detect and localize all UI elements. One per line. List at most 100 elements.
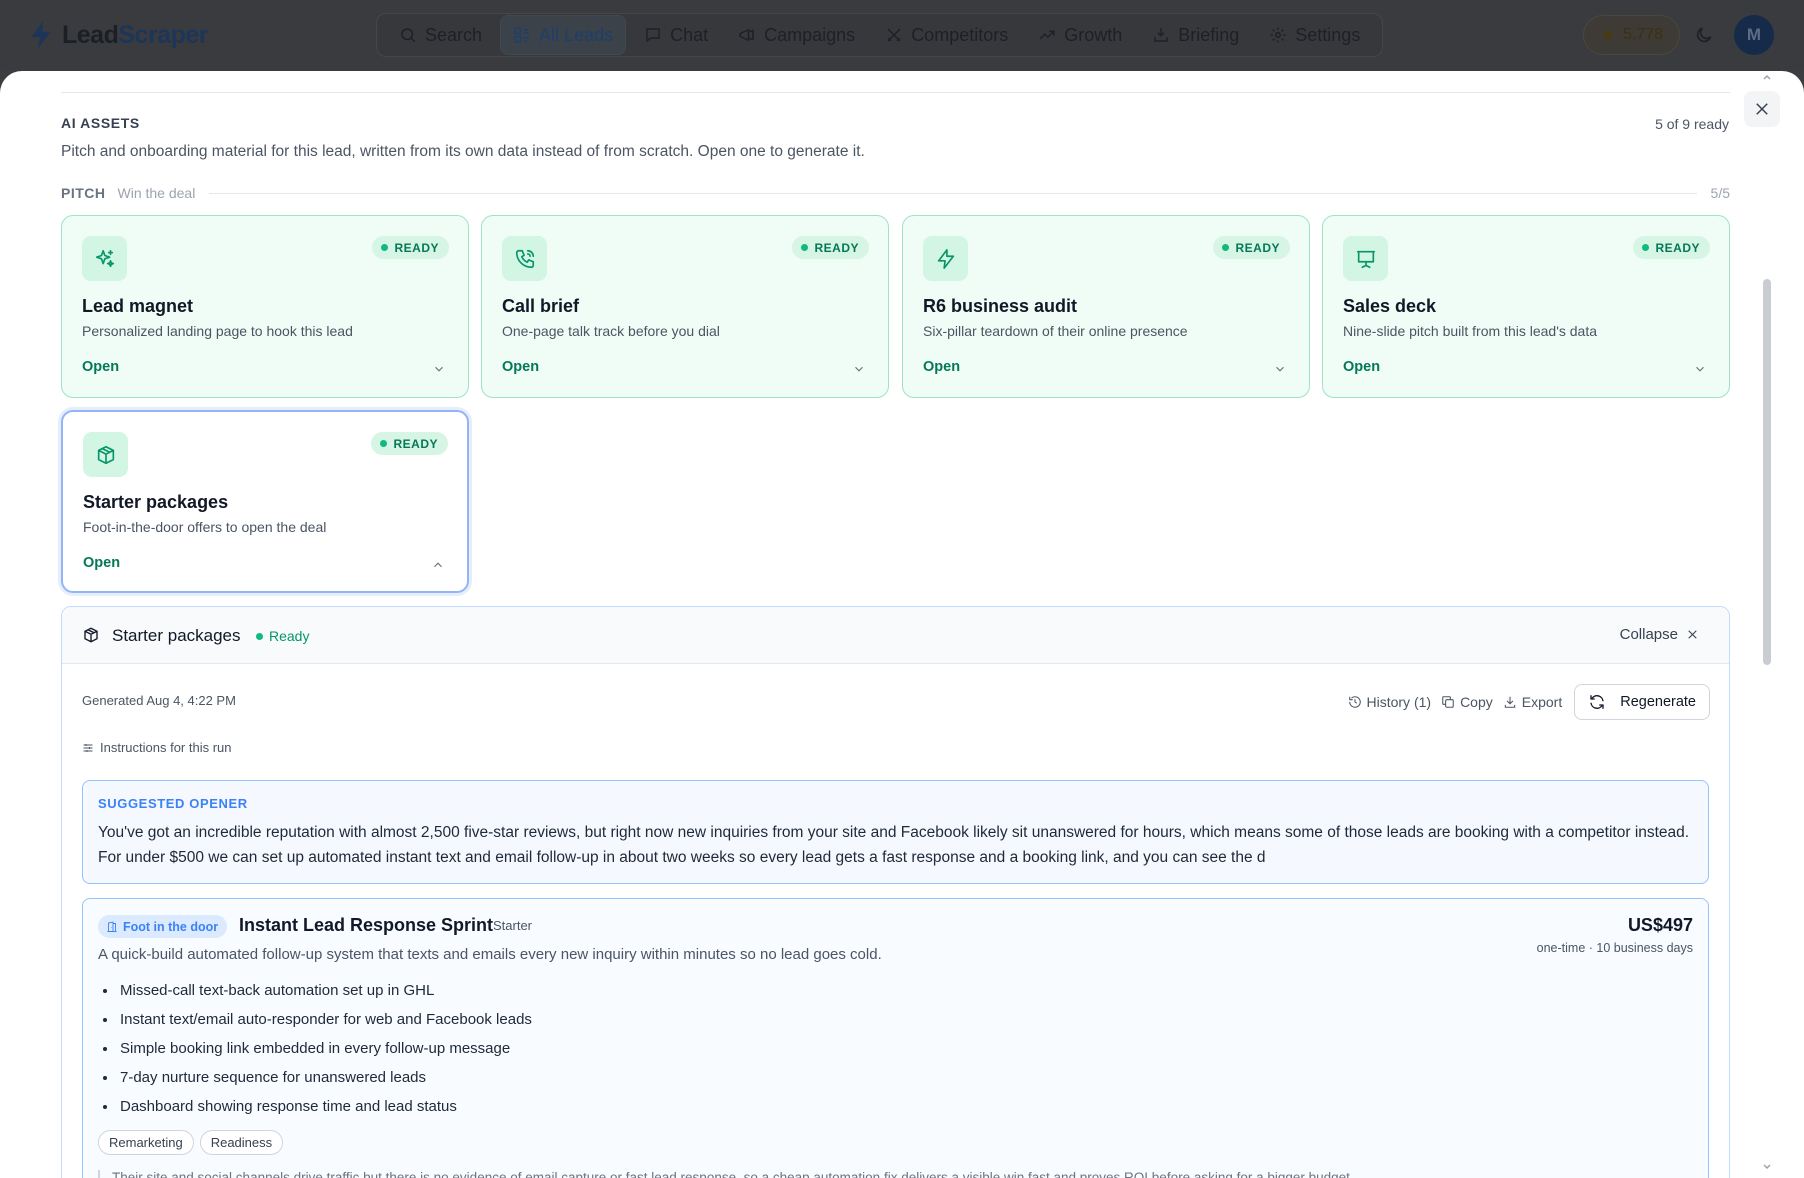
status-text: READY — [393, 436, 438, 451]
divider — [61, 92, 1730, 93]
assets-description: Pitch and onboarding material for this l… — [61, 143, 865, 160]
chevron-down-icon[interactable] — [1273, 362, 1287, 376]
nav-label: Chat — [670, 24, 709, 45]
scroll-down-arrow-icon[interactable] — [1762, 1163, 1772, 1171]
lead-detail-modal: AI ASSETS 5 of 9 ready Pitch and onboard… — [0, 71, 1804, 1178]
instructions-label: Instructions for this run — [100, 740, 232, 755]
assets-ready-count: 5 of 9 ready — [1655, 116, 1729, 132]
scroll-up-arrow-icon[interactable] — [1762, 73, 1772, 81]
panel-header: Starter packages Ready Collapse — [62, 607, 1729, 664]
card-open-link[interactable]: Open — [923, 359, 960, 375]
offer-description: A quick-build automated follow-up system… — [98, 946, 882, 963]
nav-label: Campaigns — [764, 24, 856, 45]
nav-growth[interactable]: Growth — [1026, 15, 1134, 55]
card-title: Call brief — [502, 296, 580, 316]
nav-briefing[interactable]: Briefing — [1140, 15, 1251, 55]
card-open-link[interactable]: Open — [502, 359, 539, 375]
panel-toolbar: History (1) Copy Export Regenerate — [1348, 684, 1710, 720]
card-description: Personalized landing page to hook this l… — [82, 323, 353, 339]
nav-chat[interactable]: Chat — [632, 15, 720, 55]
nav-all-leads[interactable]: All Leads — [500, 15, 627, 55]
status-text: READY — [1655, 240, 1700, 255]
gear-icon — [1270, 27, 1286, 43]
moon-icon — [1696, 27, 1712, 43]
theme-toggle-button[interactable] — [1685, 16, 1723, 54]
nav-competitors[interactable]: Competitors — [873, 15, 1020, 55]
chip-readiness: Readiness — [199, 1130, 284, 1155]
chevron-down-icon[interactable] — [852, 362, 866, 376]
offer-price: US$497 — [1627, 915, 1693, 935]
status-dot — [1222, 244, 1230, 251]
suggested-opener-box: SUGGESTED OPENER You've got an incredibl… — [82, 780, 1709, 884]
list-item: Dashboard showing response time and lead… — [118, 1096, 532, 1125]
refresh-icon — [1590, 695, 1604, 709]
offer-name: Instant Lead Response Sprint — [239, 915, 494, 935]
list-item: Instant text/email auto-responder for we… — [118, 1009, 532, 1038]
download-icon — [1504, 696, 1515, 708]
chevron-down-icon[interactable] — [432, 362, 446, 376]
asset-card-business-audit[interactable]: READY R6 business audit Six-pillar teard… — [902, 215, 1310, 398]
nav-settings[interactable]: Settings — [1257, 15, 1372, 55]
status-badge: READY — [371, 432, 448, 455]
nav-search[interactable]: Search — [387, 15, 494, 55]
status-text: Ready — [269, 628, 310, 644]
group-count: 5/5 — [1710, 185, 1730, 201]
group-subtitle: Win the deal — [117, 185, 196, 201]
scrollbar-thumb[interactable] — [1763, 279, 1771, 665]
opener-text: You've got an incredible reputation with… — [98, 824, 1690, 866]
nav-campaigns[interactable]: Campaigns — [726, 15, 867, 55]
copy-button[interactable]: Copy — [1441, 694, 1493, 710]
card-open-link[interactable]: Open — [1343, 359, 1380, 375]
history-icon — [1348, 696, 1361, 708]
card-description: Foot-in-the-door offers to open the deal — [83, 519, 327, 535]
bolt-icon — [937, 248, 954, 269]
card-icon-box — [502, 236, 547, 281]
history-button[interactable]: History (1) — [1348, 694, 1431, 710]
offer-terms: one-time · 10 business days — [1536, 941, 1693, 955]
nav-label: Competitors — [911, 24, 1009, 45]
status-text: READY — [814, 240, 859, 255]
regenerate-label: Regenerate — [1620, 694, 1696, 710]
export-button[interactable]: Export — [1503, 694, 1562, 710]
status-badge: READY — [1213, 236, 1290, 259]
pitch-group-header: PITCH Win the deal 5/5 — [61, 183, 1730, 203]
sparkle-icon — [95, 249, 114, 267]
starter-packages-panel: Starter packages Ready Collapse Generate… — [61, 606, 1730, 1178]
nav-label: Settings — [1295, 24, 1361, 45]
offer-rationale: Their site and social channels drive tra… — [98, 1170, 1693, 1178]
app-logo[interactable]: LeadScraper — [28, 20, 208, 50]
card-open-link[interactable]: Open — [82, 359, 119, 375]
collapse-button[interactable]: Collapse — [1620, 626, 1699, 643]
group-divider — [209, 192, 1697, 194]
chevron-up-icon[interactable] — [431, 558, 445, 572]
asset-card-call-brief[interactable]: READY Call brief One-page talk track bef… — [481, 215, 889, 398]
list-item: 7-day nurture sequence for unanswered le… — [118, 1067, 532, 1096]
list-item: Simple booking link embedded in every fo… — [118, 1038, 532, 1067]
nav-label: Briefing — [1178, 24, 1240, 45]
chevron-down-icon[interactable] — [1693, 362, 1707, 376]
asset-card-starter-packages[interactable]: READY Starter packages Foot-in-the-door … — [61, 410, 469, 593]
status-badge: READY — [792, 236, 869, 259]
search-icon — [401, 28, 416, 43]
regenerate-button[interactable]: Regenerate — [1574, 684, 1710, 720]
close-icon — [1688, 630, 1697, 639]
card-description: Nine-slide pitch built from this lead's … — [1343, 323, 1598, 339]
package-icon — [97, 445, 114, 464]
status-dot — [256, 632, 263, 640]
avatar[interactable]: M — [1734, 15, 1774, 55]
panel-title: Starter packages — [112, 626, 241, 645]
briefing-icon — [1154, 28, 1168, 42]
modal-close-button[interactable] — [1744, 91, 1780, 127]
status-text: READY — [394, 240, 439, 255]
asset-card-sales-deck[interactable]: READY Sales deck Nine-slide pitch built … — [1322, 215, 1730, 398]
card-open-link[interactable]: Open — [83, 555, 120, 571]
status-text: READY — [1235, 240, 1280, 255]
nav-label: All Leads — [539, 24, 614, 45]
asset-card-lead-magnet[interactable]: READY Lead magnet Personalized landing p… — [61, 215, 469, 398]
instructions-toggle[interactable]: Instructions for this run — [82, 740, 232, 755]
copy-label: Copy — [1460, 694, 1493, 710]
list-item: Missed-call text-back automation set up … — [118, 980, 532, 1009]
offer-chips: Remarketing Readiness — [98, 1130, 284, 1155]
nav-label: Search — [425, 24, 483, 45]
credits-badge[interactable]: 5,778 — [1583, 15, 1681, 55]
